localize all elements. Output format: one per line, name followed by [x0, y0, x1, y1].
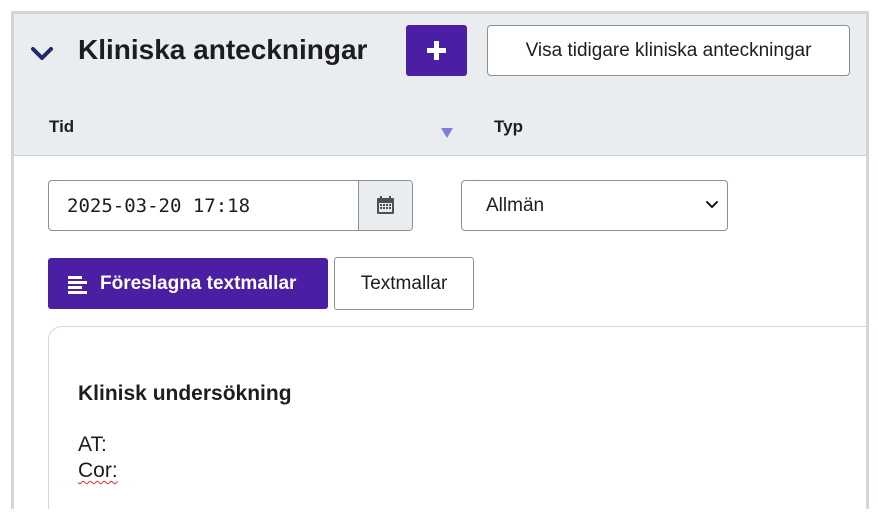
show-previous-notes-button[interactable]: Visa tidigare kliniska anteckningar [487, 25, 850, 76]
suggested-templates-label: Föreslagna textmallar [100, 273, 297, 294]
text-templates-button[interactable]: Textmallar [334, 257, 474, 310]
panel-header: Kliniska anteckningar Visa tidigare klin… [14, 14, 866, 156]
column-header-type[interactable]: Typ [494, 117, 523, 137]
plus-icon [427, 41, 446, 60]
editor-line-at: AT: [78, 433, 107, 456]
suggested-templates-button[interactable]: Föreslagna textmallar [48, 258, 328, 309]
calendar-icon [377, 196, 394, 214]
clinical-notes-panel: Kliniska anteckningar Visa tidigare klin… [11, 11, 869, 509]
text-lines-icon [68, 276, 87, 294]
section-title: Kliniska anteckningar [78, 34, 368, 65]
datetime-input[interactable] [49, 181, 349, 230]
chevron-down-icon [31, 47, 53, 60]
datetime-field [48, 180, 413, 231]
editor-heading: Klinisk undersökning [78, 382, 292, 405]
collapse-button[interactable] [28, 39, 56, 67]
note-type-select[interactable]: Allmän [461, 180, 728, 231]
column-header-time[interactable]: Tid [49, 117, 74, 137]
add-note-button[interactable] [406, 25, 467, 76]
note-type-value: Allmän [486, 195, 545, 216]
chevron-down-icon [706, 201, 718, 208]
note-editor[interactable]: Klinisk undersökning AT: Cor: [48, 326, 866, 509]
calendar-button[interactable] [358, 181, 412, 230]
sort-down-icon[interactable] [441, 125, 453, 143]
editor-line-cor: Cor: [78, 459, 118, 482]
